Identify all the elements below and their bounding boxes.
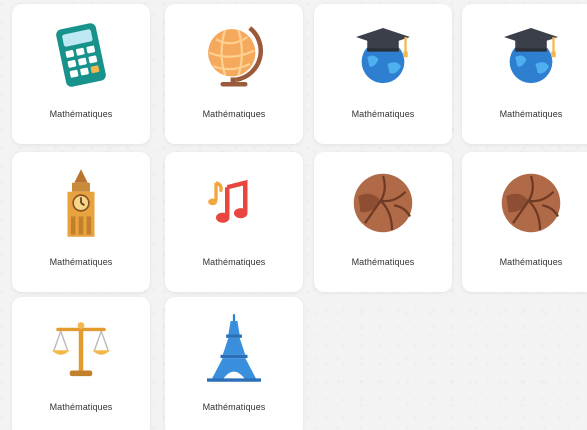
- subject-label: Mathématiques: [202, 402, 266, 412]
- subject-card-graduation-globe[interactable]: Mathématiques: [462, 4, 587, 144]
- graduation-globe-icon: [462, 16, 587, 94]
- graduation-globe-icon: [314, 16, 452, 94]
- subject-grid: Mathématiques Mathématiques Mathématique…: [0, 0, 587, 430]
- big-ben-icon: [12, 164, 150, 242]
- subject-label: Mathématiques: [49, 402, 113, 412]
- subject-card-eiffel-tower[interactable]: Mathématiques: [165, 297, 303, 430]
- subject-card-music[interactable]: Mathématiques: [165, 152, 303, 292]
- subject-card-football[interactable]: Mathématiques: [314, 152, 452, 292]
- subject-card-globe[interactable]: Mathématiques: [165, 4, 303, 144]
- subject-card-graduation-globe[interactable]: Mathématiques: [314, 4, 452, 144]
- football-icon: [314, 164, 452, 242]
- subject-label: Mathématiques: [499, 257, 563, 267]
- subject-label: Mathématiques: [351, 109, 415, 119]
- scales-icon: [12, 309, 150, 387]
- subject-label: Mathématiques: [202, 257, 266, 267]
- subject-label: Mathématiques: [351, 257, 415, 267]
- subject-label: Mathématiques: [49, 109, 113, 119]
- subject-card-big-ben[interactable]: Mathématiques: [12, 152, 150, 292]
- subject-card-calculator[interactable]: Mathématiques: [12, 4, 150, 144]
- globe-icon: [165, 16, 303, 94]
- subject-label: Mathématiques: [499, 109, 563, 119]
- music-notes-icon: [165, 164, 303, 242]
- eiffel-tower-icon: [165, 309, 303, 387]
- subject-card-football[interactable]: Mathématiques: [462, 152, 587, 292]
- subject-card-scales[interactable]: Mathématiques: [12, 297, 150, 430]
- football-icon: [462, 164, 587, 242]
- subject-label: Mathématiques: [49, 257, 113, 267]
- subject-label: Mathématiques: [202, 109, 266, 119]
- calculator-icon: [12, 16, 150, 94]
